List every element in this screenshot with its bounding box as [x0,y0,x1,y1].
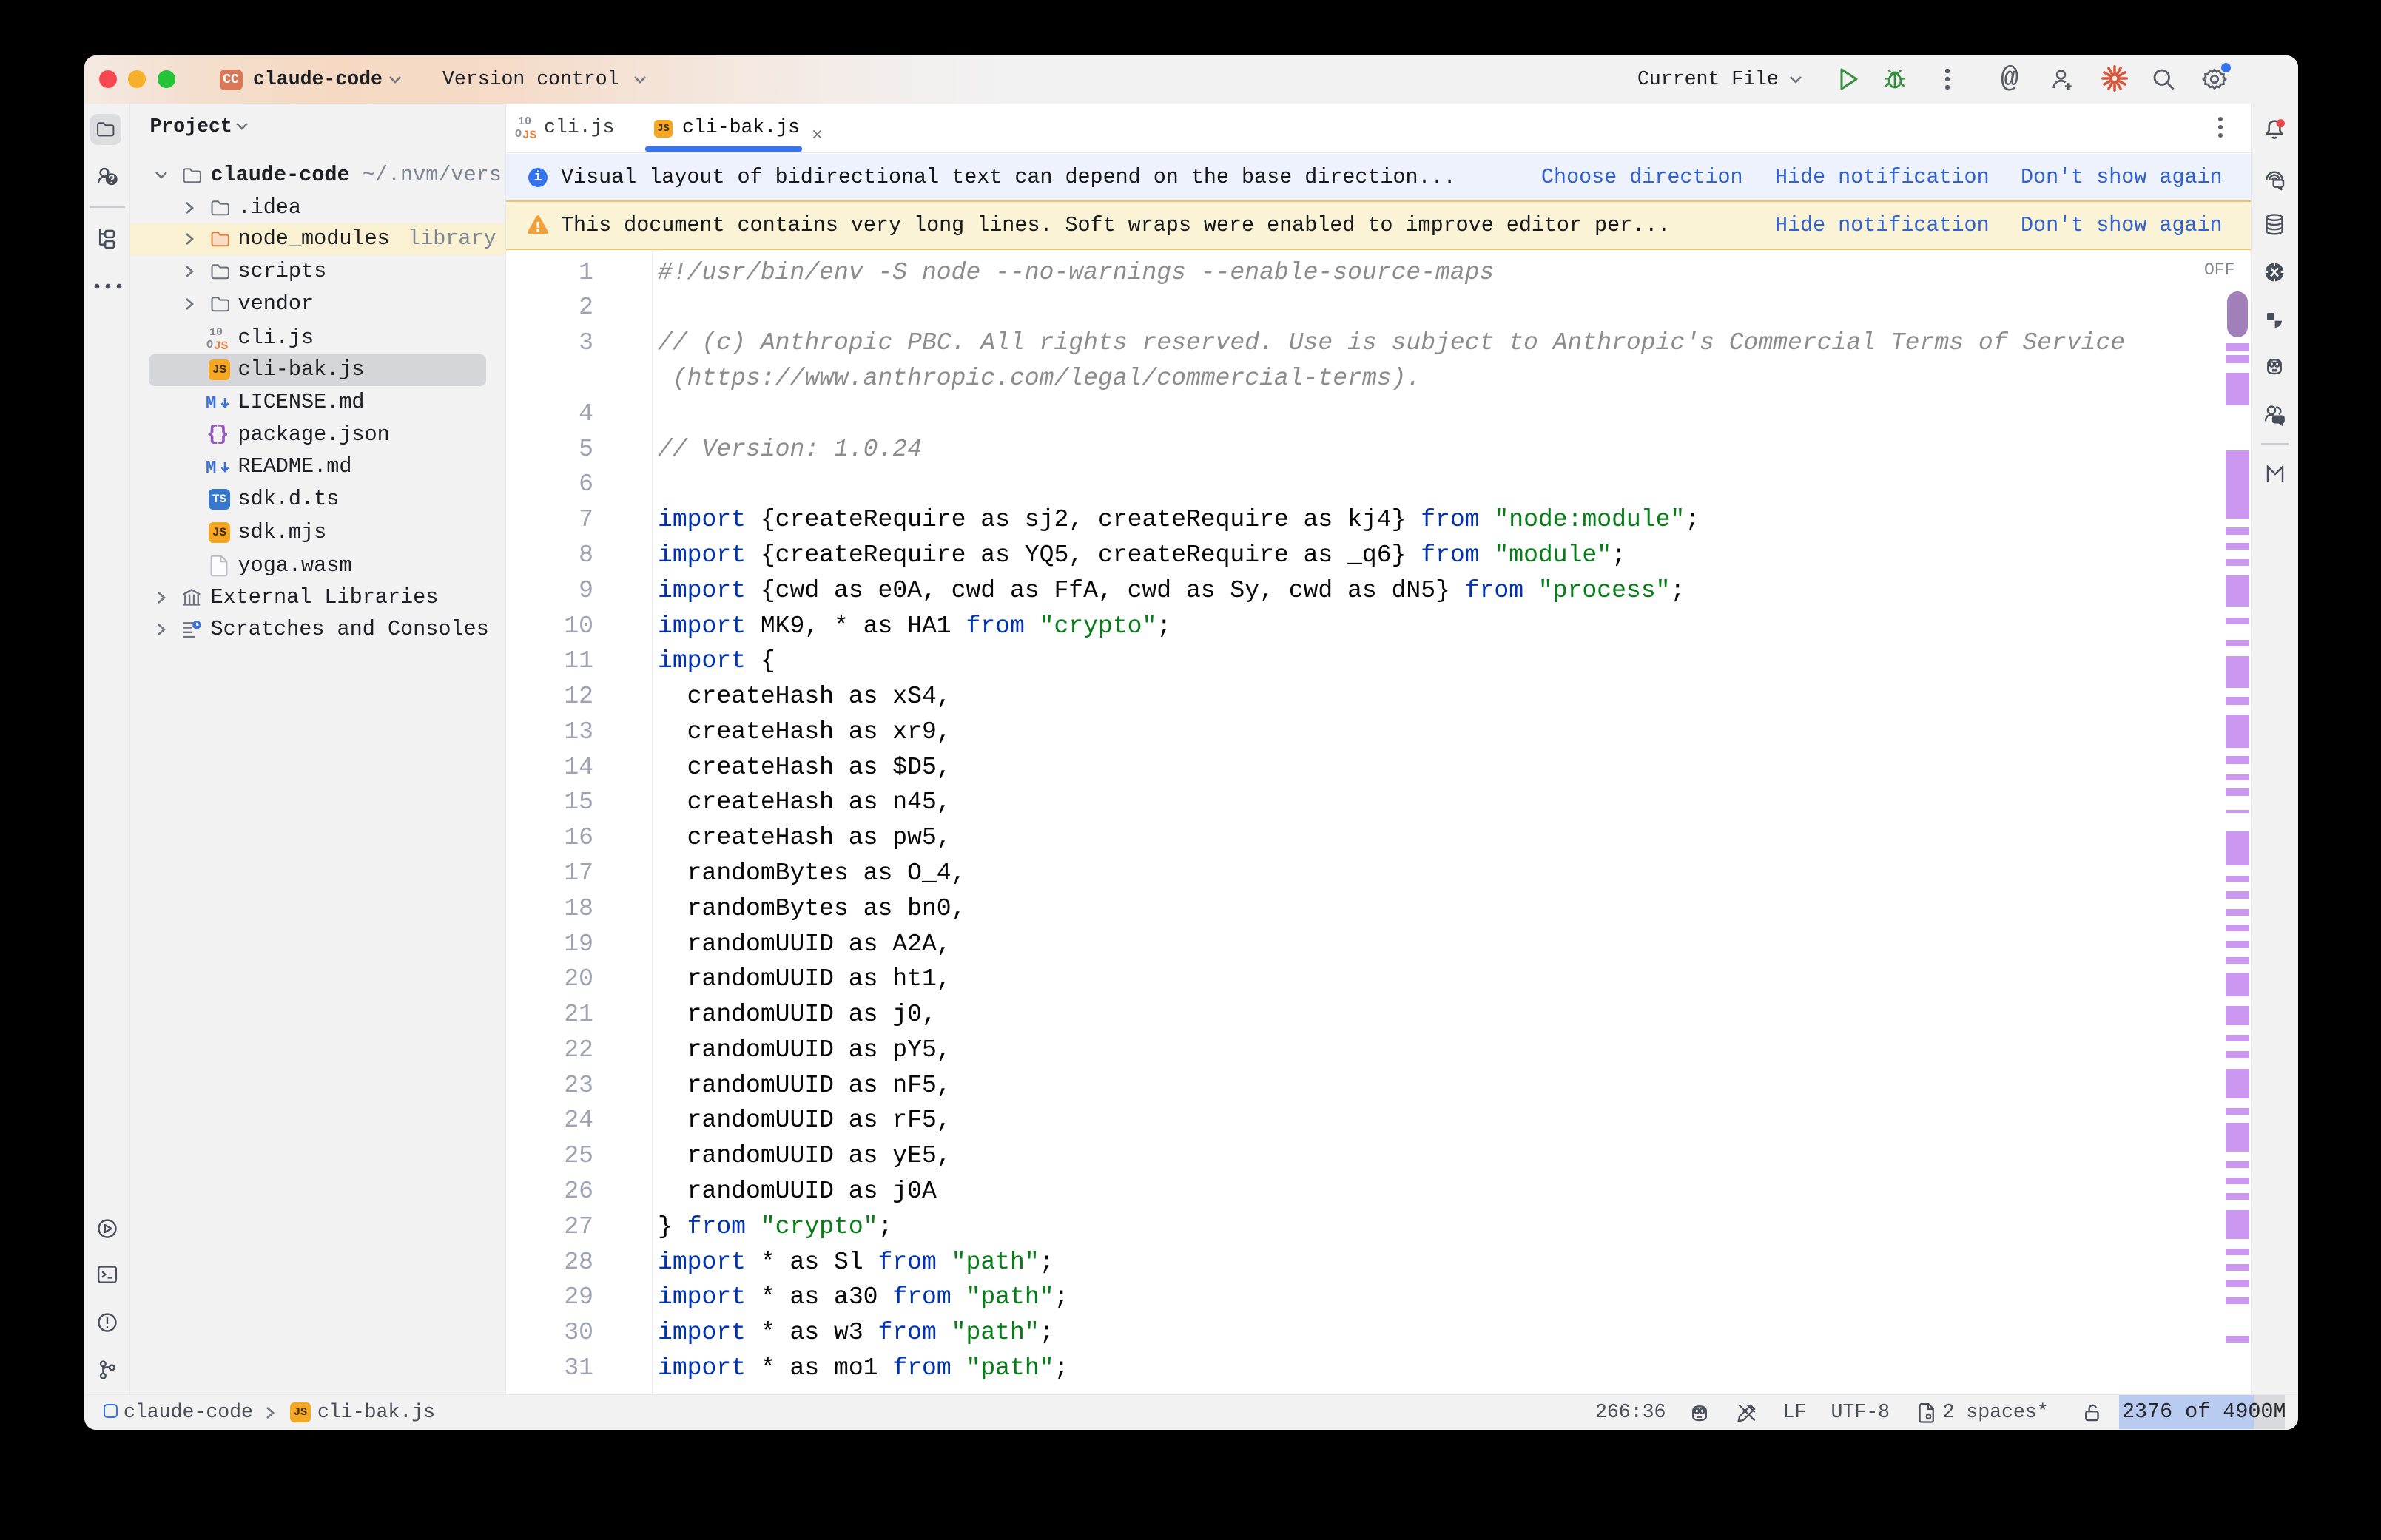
svg-text:M: M [206,394,216,413]
svg-text:10: 10 [209,326,223,339]
svg-text:O: O [515,128,522,141]
svg-text:JS: JS [522,129,537,141]
svg-text:10: 10 [518,115,531,128]
svg-text:O: O [206,339,213,351]
svg-text:JS: JS [214,340,229,351]
svg-text:M: M [206,459,216,477]
